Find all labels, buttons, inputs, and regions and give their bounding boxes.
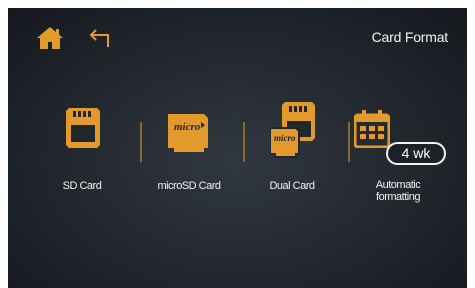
option-label: microSD Card [157,180,221,192]
home-button[interactable] [35,25,65,51]
option-label: Automatic formatting [375,179,421,203]
sd-card-option[interactable]: SD Card [32,108,132,218]
dual-card-option[interactable]: micro Dual Card [242,102,342,218]
microsd-card-logo: micro [174,121,201,133]
option-label: SD Card [62,180,102,192]
page-title: Card Format [371,29,449,45]
card-format-screen: Card Format SD Card micro microSD Card m… [8,8,467,288]
option-label: Dual Card [269,180,315,192]
dual-card-logo: micro [274,133,296,143]
microsd-card-icon: micro [139,108,239,168]
interval-badge[interactable]: 4 wk [386,142,446,165]
home-icon [37,27,63,49]
back-arrow-icon [89,29,109,47]
automatic-formatting-option[interactable]: 4 wk Automatic formatting [348,108,448,218]
sd-card-icon [32,108,132,168]
back-button[interactable] [88,25,114,51]
microsd-card-option[interactable]: micro microSD Card [139,108,239,218]
dual-card-icon: micro [242,102,342,168]
